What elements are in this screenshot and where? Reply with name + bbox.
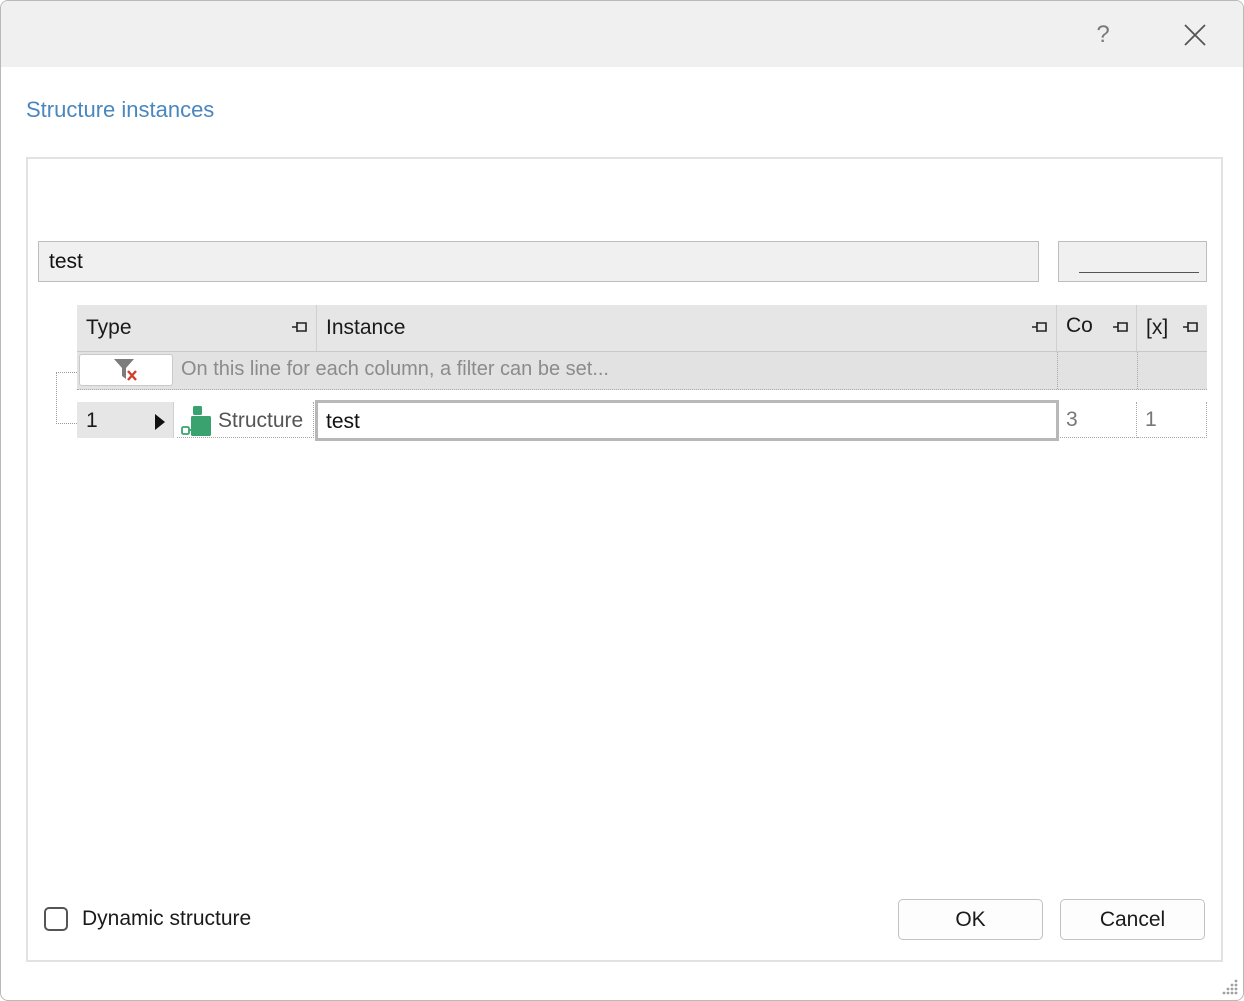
help-button[interactable]: ? xyxy=(1083,15,1123,55)
column-header-instance-label: Instance xyxy=(326,316,406,339)
pin-icon[interactable] xyxy=(1182,320,1200,334)
filter-hint: On this line for each column, a filter c… xyxy=(181,358,609,380)
clear-filter-button[interactable] xyxy=(79,354,173,386)
column-header-type[interactable]: Type xyxy=(77,305,317,351)
table-row[interactable]: 1 Structure test 3 1 xyxy=(77,400,1207,441)
pin-icon[interactable] xyxy=(1031,320,1049,334)
pin-icon[interactable] xyxy=(1112,320,1130,334)
instance-cell-editor[interactable]: test xyxy=(315,400,1059,441)
filter-clear-icon xyxy=(114,359,137,381)
grid-header: Type Instance Co [x] xyxy=(77,305,1207,352)
ok-button[interactable]: OK xyxy=(898,899,1043,940)
resize-grip-icon[interactable] xyxy=(1221,978,1239,996)
browse-button[interactable] xyxy=(1058,241,1207,282)
search-input[interactable] xyxy=(38,241,1039,282)
column-header-x[interactable]: [x] xyxy=(1137,305,1207,351)
type-label: Structure xyxy=(218,409,304,432)
dynamic-structure-checkbox-wrap[interactable]: Dynamic structure xyxy=(44,907,251,931)
dynamic-structure-label[interactable]: Dynamic structure xyxy=(82,907,251,931)
structure-instances-dialog: ? Structure instances Type Instance Co xyxy=(0,0,1244,1001)
row-pointer-icon xyxy=(155,414,165,430)
column-header-instance[interactable]: Instance xyxy=(317,305,1057,351)
x-cell[interactable]: 1 xyxy=(1137,402,1207,438)
filter-row[interactable]: On this line for each column, a filter c… xyxy=(77,352,1207,390)
column-header-x-label: [x] xyxy=(1146,316,1169,339)
cancel-button[interactable]: Cancel xyxy=(1060,899,1205,940)
row-index: 1 xyxy=(86,409,98,432)
title-bar: ? xyxy=(1,1,1243,67)
type-cell[interactable]: Structure xyxy=(177,402,314,438)
close-button[interactable] xyxy=(1175,15,1215,55)
column-header-co-label: Co xyxy=(1066,314,1093,337)
dynamic-structure-checkbox[interactable] xyxy=(44,907,68,931)
column-header-co[interactable]: Co xyxy=(1057,305,1137,351)
filter-divider xyxy=(1137,352,1138,389)
filter-divider xyxy=(1057,352,1058,389)
dialog-subtitle: Structure instances xyxy=(26,97,215,122)
co-cell[interactable]: 3 xyxy=(1060,402,1137,438)
row-header[interactable]: 1 xyxy=(77,402,174,438)
pin-icon[interactable] xyxy=(291,320,309,334)
column-header-type-label: Type xyxy=(86,316,132,339)
close-icon xyxy=(1184,24,1206,46)
structure-icon xyxy=(181,406,211,436)
browse-underline xyxy=(1079,272,1199,273)
tree-connector-line xyxy=(56,372,77,424)
